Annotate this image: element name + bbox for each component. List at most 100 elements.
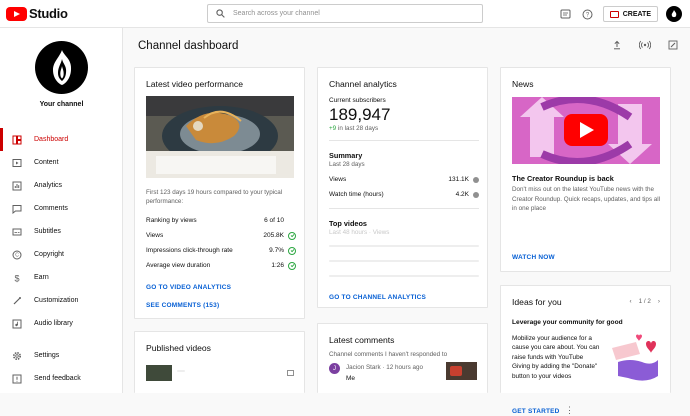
comment-text: Me xyxy=(346,375,356,382)
subscribers-change-period: in last 28 days xyxy=(337,125,379,132)
summary-period: Last 28 days xyxy=(329,161,365,168)
sidebar-item-send-feedback[interactable]: Send feedback xyxy=(0,367,123,390)
published-video-title-placeholder xyxy=(177,370,185,372)
search-placeholder: Search across your channel xyxy=(233,10,320,17)
logo-text: Studio xyxy=(29,6,68,21)
subtitles-icon xyxy=(12,227,22,237)
latest-video-card: Latest video performance First 123 days … xyxy=(134,67,305,319)
sidebar-item-comments[interactable]: Comments xyxy=(0,197,123,220)
channel-avatar[interactable] xyxy=(35,41,88,94)
get-started-link[interactable]: GET STARTED xyxy=(512,408,560,415)
top-videos-heading: Top videos xyxy=(329,219,367,228)
ideas-subheading: Leverage your community for good xyxy=(512,319,623,326)
metric-label: Views xyxy=(146,232,164,239)
sidebar-item-customization[interactable]: Customization xyxy=(0,289,123,312)
sidebar-item-analytics[interactable]: Analytics xyxy=(0,174,123,197)
summary-value: 4.2K xyxy=(455,191,469,198)
comment-time: 12 hours ago xyxy=(386,364,424,371)
sidebar-item-audio-library[interactable]: Audio library xyxy=(0,312,123,335)
create-button[interactable]: CREATE xyxy=(602,6,658,22)
sidebar-nav: Dashboard Content Analytics Comments Sub… xyxy=(0,128,123,335)
sidebar-item-label: Dashboard xyxy=(34,136,69,143)
info-icon[interactable] xyxy=(473,191,479,198)
metric-label: Average view duration xyxy=(146,262,211,269)
comments-icon xyxy=(12,204,22,214)
sidebar-item-content[interactable]: Content xyxy=(0,151,123,174)
create-post-icon[interactable] xyxy=(666,38,680,52)
check-icon xyxy=(288,261,296,270)
card-heading: Latest video performance xyxy=(146,79,243,89)
ideas-body: Mobilize your audience for a cause you c… xyxy=(512,335,600,380)
sidebar-bottom: Settings Send feedback xyxy=(0,344,123,390)
next-idea-icon[interactable]: › xyxy=(658,298,660,305)
see-comments-link[interactable]: SEE COMMENTS (153) xyxy=(146,302,219,309)
sidebar-item-earn[interactable]: $ Earn xyxy=(0,266,123,289)
card-heading: Latest comments xyxy=(329,335,395,345)
latest-comments-card: Latest comments Channel comments I haven… xyxy=(317,323,488,393)
create-label: CREATE xyxy=(622,10,651,18)
sidebar-item-label: Send feedback xyxy=(34,375,81,382)
news-body: Don't miss out on the latest YouTube new… xyxy=(512,186,661,212)
page-title: Channel dashboard xyxy=(138,40,239,52)
sidebar-item-settings[interactable]: Settings xyxy=(0,344,123,367)
top-video-placeholder xyxy=(329,245,479,247)
top-bar: Studio Search across your channel ? CREA… xyxy=(0,0,690,28)
comment-author[interactable]: Jacion Stark xyxy=(346,364,381,371)
audio-library-icon xyxy=(12,319,22,329)
metric-value: 6 of 10 xyxy=(264,217,284,224)
customization-icon xyxy=(12,296,22,306)
subscribers-change: +9 xyxy=(329,125,337,132)
sidebar-item-label: Comments xyxy=(34,205,68,212)
feedback-icon xyxy=(12,374,22,384)
ideas-card: Ideas for you ‹ 1 / 2 › Leverage your co… xyxy=(500,285,671,415)
main-content: Channel dashboard Latest video performan… xyxy=(124,28,690,415)
comment-author-avatar[interactable]: J xyxy=(329,363,340,374)
summary-label: Watch time (hours) xyxy=(329,191,384,198)
flame-logo-icon xyxy=(52,49,71,85)
video-thumbnail[interactable] xyxy=(146,96,294,178)
sidebar-item-label: Content xyxy=(34,159,59,166)
go-to-channel-analytics-link[interactable]: GO TO CHANNEL ANALYTICS xyxy=(329,294,426,301)
watch-now-link[interactable]: WATCH NOW xyxy=(512,254,555,261)
go-live-icon[interactable] xyxy=(638,38,652,52)
comments-subtitle: Channel comments I haven't responded to xyxy=(329,351,448,358)
summary-row: Watch time (hours) 4.2K xyxy=(329,187,479,202)
help-icon[interactable]: ? xyxy=(581,7,595,21)
sidebar-item-label: Copyright xyxy=(34,251,64,258)
sidebar-item-label: Audio library xyxy=(34,320,73,327)
sidebar-item-copyright[interactable]: C Copyright xyxy=(0,243,123,266)
author-initial: J xyxy=(333,365,336,372)
go-to-video-analytics-link[interactable]: GO TO VIDEO ANALYTICS xyxy=(146,284,231,291)
metric-row: Ranking by views 6 of 10 xyxy=(146,213,296,228)
ideas-pager: 1 / 2 xyxy=(638,298,651,305)
svg-text:C: C xyxy=(15,252,19,258)
search-input[interactable]: Search across your channel xyxy=(207,4,483,23)
settings-icon xyxy=(12,351,22,361)
account-avatar[interactable] xyxy=(666,6,682,22)
studio-logo[interactable]: Studio xyxy=(6,6,68,21)
summary-label: Views xyxy=(329,176,347,183)
more-options-icon[interactable]: ⋮ xyxy=(565,405,574,416)
upload-icon[interactable] xyxy=(610,38,624,52)
published-video-thumbnail[interactable] xyxy=(146,365,172,381)
info-icon[interactable] xyxy=(473,176,479,183)
dashboard-icon xyxy=(12,135,22,145)
top-video-placeholder xyxy=(329,260,479,262)
channel-label[interactable]: Your channel xyxy=(0,101,123,108)
sidebar-item-subtitles[interactable]: Subtitles xyxy=(0,220,123,243)
metric-label: Ranking by views xyxy=(146,217,197,224)
sidebar-item-dashboard[interactable]: Dashboard xyxy=(0,128,123,151)
first-period-text: First 123 days 19 hours compared to your… xyxy=(146,189,283,205)
sidebar: Your channel Dashboard Content Analytics… xyxy=(0,28,123,393)
news-banner[interactable] xyxy=(512,97,660,164)
metric-row: Average view duration 1:26 xyxy=(146,258,296,273)
messages-icon[interactable] xyxy=(559,7,573,21)
previous-idea-icon[interactable]: ‹ xyxy=(630,298,632,305)
card-heading: Channel analytics xyxy=(329,79,397,89)
summary-heading: Summary xyxy=(329,151,363,160)
analytics-icon xyxy=(12,181,22,191)
comment-video-thumbnail[interactable] xyxy=(446,362,477,380)
search-icon xyxy=(216,9,225,18)
donate-illustration xyxy=(606,332,661,384)
published-videos-card: Published videos xyxy=(134,331,305,393)
